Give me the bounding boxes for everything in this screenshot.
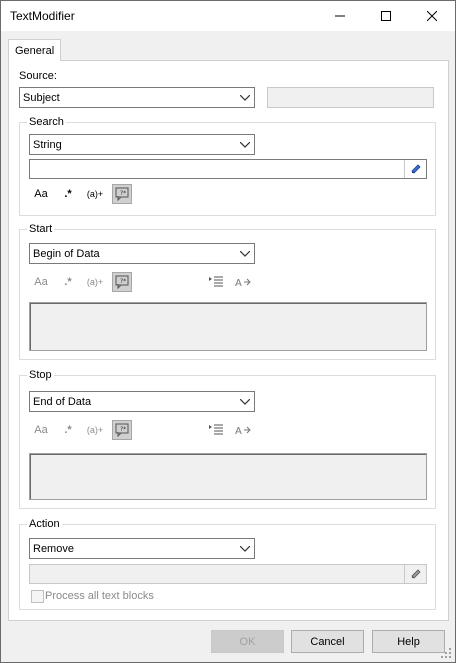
start-combo[interactable]: Begin of Data [29,243,255,264]
wildcard-icon: ?* [115,275,129,289]
indent-icon [209,424,223,435]
regex-icon: .* [64,276,72,288]
source-extra-field [267,87,434,108]
minimize-icon [335,15,345,17]
search-case-sensitive-button[interactable]: Aa [31,184,51,204]
stop-text-direction-button[interactable]: A [233,420,253,440]
wildcard-icon: ?* [115,187,129,201]
search-regex-button[interactable]: .* [58,184,78,204]
search-type-combo[interactable]: String [29,134,255,155]
tab-general[interactable]: General [8,39,61,61]
maximize-icon [381,11,391,21]
stop-wildcard-button[interactable]: ?* [112,420,132,440]
group-icon: (a)+ [86,277,104,287]
svg-text:A: A [235,278,242,289]
stop-indent-button[interactable] [206,420,226,440]
start-wildcard-button[interactable]: ?* [112,272,132,292]
action-text-field [29,564,427,584]
group-icon: (a)+ [86,189,104,199]
start-text-area[interactable] [29,302,427,351]
chevron-down-icon [236,88,254,107]
stop-group-label: Stop [27,369,54,381]
minimize-button[interactable] [317,1,363,31]
maximize-button[interactable] [363,1,409,31]
start-text-direction-button[interactable]: A [233,272,253,292]
chevron-down-icon [236,135,254,154]
svg-text:?*: ?* [120,190,126,197]
wildcard-icon: ?* [115,423,129,437]
source-label: Source: [19,70,57,82]
pick-icon [410,164,421,174]
text-direction-icon: A [235,426,251,437]
source-value: Subject [23,92,60,104]
title-bar: TextModifier [1,1,455,31]
start-value: Begin of Data [33,248,100,260]
start-indent-button[interactable] [206,272,226,292]
action-pick-button[interactable] [404,565,426,583]
search-group-label: Search [27,116,66,128]
stop-combo[interactable]: End of Data [29,391,255,412]
help-button-label: Help [397,635,420,648]
action-group-label: Action [27,518,62,530]
svg-text:?*: ?* [120,426,126,433]
text-direction-icon: A [235,278,251,289]
search-pick-button[interactable] [404,160,426,178]
svg-text:A: A [235,426,242,437]
start-group-label: Start [27,223,55,235]
start-regex-button[interactable]: .* [58,272,78,292]
search-group-button[interactable]: (a)+ [85,184,105,204]
source-combo[interactable]: Subject [19,87,255,108]
ok-button[interactable]: OK [211,630,284,653]
help-button[interactable]: Help [372,630,445,653]
close-button[interactable] [409,1,455,31]
window-title: TextModifier [10,9,75,23]
chevron-down-icon [236,392,254,411]
case-sensitive-icon: Aa [34,188,48,200]
start-group-button[interactable]: (a)+ [85,272,105,292]
svg-text:?*: ?* [120,278,126,285]
regex-icon: .* [64,188,72,200]
close-icon [427,11,437,21]
resize-grip-icon[interactable] [440,647,452,659]
stop-text-area[interactable] [29,453,427,500]
case-sensitive-icon: Aa [34,424,48,436]
tab-general-label: General [15,45,55,57]
action-combo[interactable]: Remove [29,538,255,559]
cancel-button[interactable]: Cancel [291,630,364,653]
search-wildcard-button[interactable]: ?* [112,184,132,204]
textmodifier-window: TextModifier General Source: Subject Sea… [0,0,456,663]
stop-value: End of Data [33,396,92,408]
ok-button-label: OK [239,635,256,648]
process-all-checkbox[interactable] [31,590,44,603]
stop-group-button[interactable]: (a)+ [85,420,105,440]
pick-icon [410,569,421,579]
search-type-value: String [33,139,62,151]
start-case-sensitive-button[interactable]: Aa [31,272,51,292]
stop-case-sensitive-button[interactable]: Aa [31,420,51,440]
chevron-down-icon [236,244,254,263]
search-input[interactable] [29,159,427,179]
indent-icon [209,276,223,287]
action-value: Remove [33,543,74,555]
regex-icon: .* [64,424,72,436]
cancel-button-label: Cancel [310,635,345,648]
chevron-down-icon [236,539,254,558]
case-sensitive-icon: Aa [34,276,48,288]
stop-regex-button[interactable]: .* [58,420,78,440]
process-all-label: Process all text blocks [45,590,154,602]
group-icon: (a)+ [86,425,104,435]
